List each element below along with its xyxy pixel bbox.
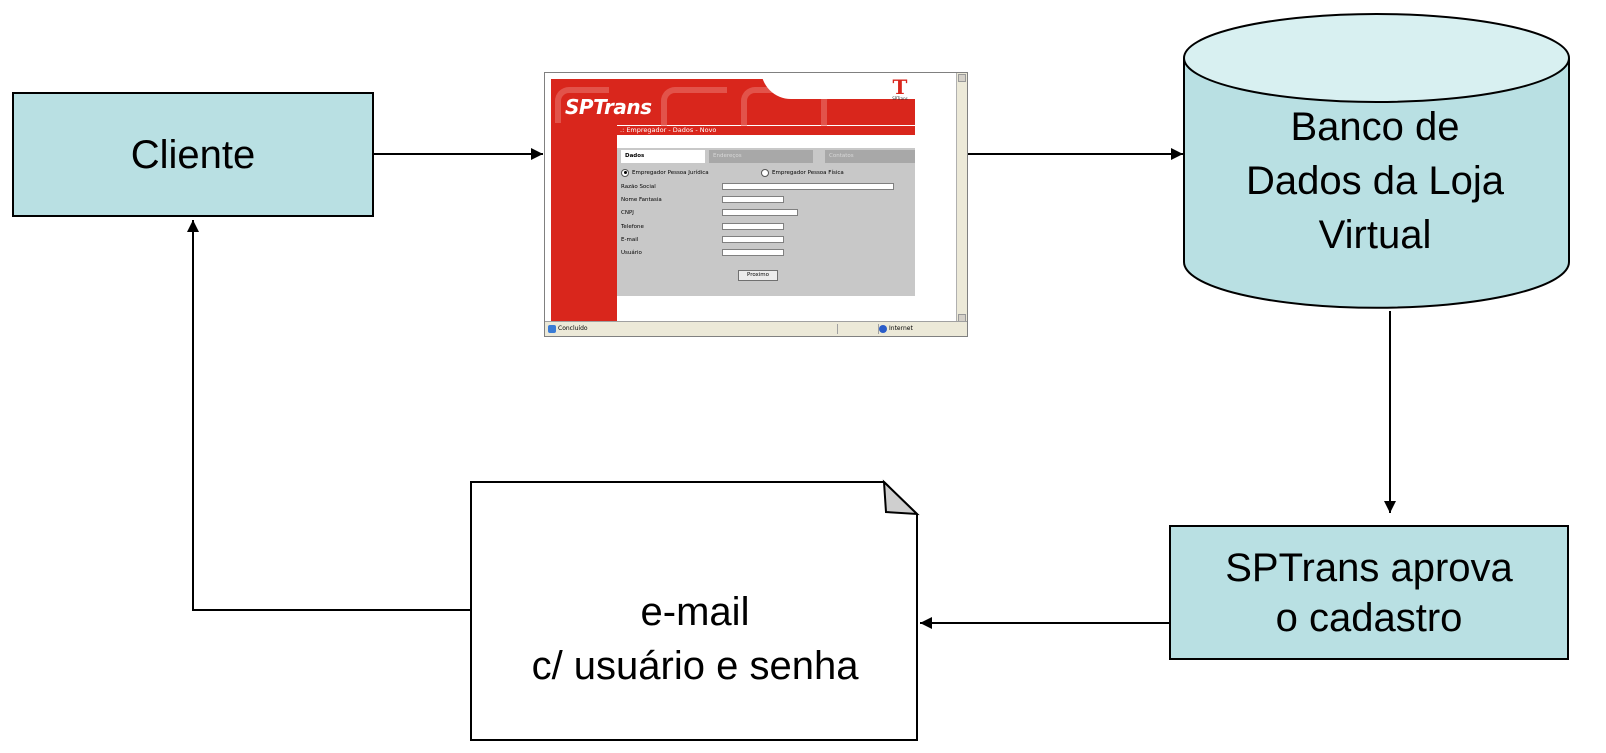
approval-line-1: SPTrans aprova (1225, 545, 1513, 590)
site-sidebar (551, 123, 617, 323)
browser-status-bar: Concluído Internet (545, 321, 967, 336)
arrow-email-to-cliente (187, 220, 470, 611)
cnpj-input[interactable] (722, 209, 798, 216)
radio-button-icon[interactable] (621, 168, 629, 177)
sptrans-approval-box: SPTrans aprova o cadastro (1169, 525, 1569, 660)
status-zone: Internet (879, 322, 913, 336)
globe-icon (879, 324, 887, 333)
field-label-nome-fantasia: Nome Fantasia (621, 197, 662, 203)
radio-button-icon[interactable] (761, 168, 769, 177)
registration-form-screenshot: SPTrans T SPTrans .: Empregador - Dados … (544, 72, 968, 337)
database-line-3: Virtual (1318, 213, 1432, 257)
scroll-up-icon[interactable] (958, 74, 966, 82)
database-line-2: Dados da Loja (1246, 159, 1504, 203)
status-separators (837, 324, 879, 334)
nome-fantasia-input[interactable] (722, 196, 784, 203)
form-tabs: Dados Endereços Contatos (617, 150, 915, 163)
field-label-telefone: Telefone (621, 224, 644, 230)
email-document-fold (882, 479, 920, 516)
email-line-2: c/ usuário e senha (531, 644, 859, 688)
database-label: Banco de Dados da Loja Virtual (1180, 100, 1570, 262)
proximo-button[interactable]: Proximo (738, 270, 778, 281)
status-done-text: Concluído (558, 325, 588, 332)
radio-label: Empregador Pessoa Jurídica (632, 170, 709, 176)
brand-caption: SPTrans (892, 96, 908, 101)
email-label: e-mail c/ usuário e senha (470, 585, 920, 693)
usuario-input[interactable] (722, 249, 784, 256)
radio-label: Empregador Pessoa Física (772, 170, 844, 176)
telefone-input[interactable] (722, 223, 784, 230)
status-done: Concluído (548, 322, 588, 336)
brand-icon: T (892, 75, 908, 99)
razao-social-input[interactable] (722, 183, 894, 190)
page-icon (548, 324, 556, 333)
tab-enderecos[interactable]: Endereços (709, 150, 813, 163)
field-label-razao-social: Razão Social (621, 184, 656, 190)
field-label-email: E-mail (621, 237, 639, 243)
vertical-scrollbar[interactable] (956, 73, 967, 323)
status-zone-text: Internet (889, 325, 913, 332)
email-input[interactable] (722, 236, 784, 243)
cliente-box: Cliente (12, 92, 374, 217)
email-line-1: e-mail (640, 590, 750, 634)
database-line-1: Banco de (1290, 105, 1460, 149)
field-label-usuario: Usuário (621, 250, 642, 256)
tab-contatos[interactable]: Contatos (825, 150, 915, 163)
radio-pessoa-fisica[interactable]: Empregador Pessoa Física (761, 168, 844, 178)
cliente-label: Cliente (130, 132, 256, 177)
tab-dados[interactable]: Dados (621, 150, 705, 163)
radio-pessoa-juridica[interactable]: Empregador Pessoa Jurídica (621, 168, 709, 178)
sptrans-brand-mark: T SPTrans (885, 75, 915, 101)
approval-line-2: o cadastro (1275, 595, 1463, 640)
page-title: .: Empregador - Dados - Novo (617, 126, 915, 135)
sptrans-logo: SPTrans (565, 95, 652, 119)
field-label-cnpj: CNPJ (621, 210, 634, 216)
